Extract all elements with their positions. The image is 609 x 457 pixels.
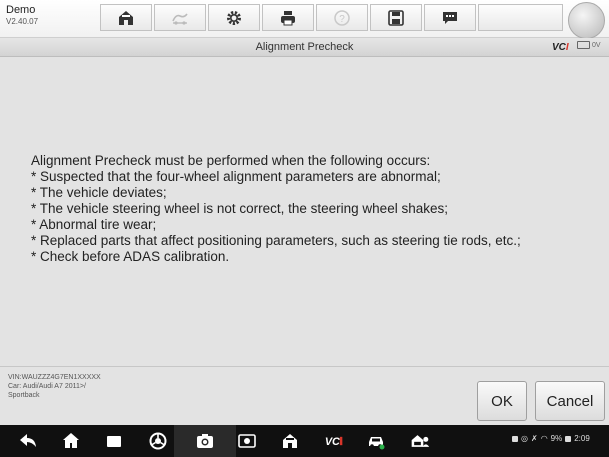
title-bar: Alignment Precheck VCI 0V	[0, 38, 609, 57]
toolbar-end-cap	[527, 4, 563, 31]
brand-version: V2.40.07	[6, 17, 39, 26]
car-text: Car: Audi/Audi A7 2011>/	[8, 383, 86, 390]
back-icon	[20, 434, 36, 447]
page-title: Alignment Precheck	[255, 41, 354, 53]
browser-icon	[149, 432, 167, 450]
wrench-icon: ✗	[530, 434, 538, 443]
top-toolbar: Demo V2.40.07 ?	[0, 0, 609, 39]
toolbar-vehicle-swap-button[interactable]	[154, 4, 206, 31]
nav-screen-record-button[interactable]	[235, 430, 259, 452]
toolbar-data-logging-button[interactable]	[424, 4, 476, 31]
battery-percent: 9%	[550, 434, 563, 443]
vin-text: VIN:WAUZZZ4G7EN1XXXXX	[8, 374, 101, 381]
message-line: Alignment Precheck must be performed whe…	[31, 153, 431, 168]
voltage-indicator: 0V	[577, 41, 601, 49]
message-line: * Suspected that the four-wheel alignmen…	[31, 169, 441, 184]
brand-title: Demo	[6, 4, 36, 16]
nav-vci-button[interactable]: VC	[322, 430, 346, 452]
nav-camera-button[interactable]	[193, 430, 217, 452]
main-content: Alignment Precheck must be performed whe…	[0, 58, 609, 366]
message-notification-icon	[512, 435, 518, 442]
message-line: * The vehicle deviates;	[31, 185, 167, 200]
toolbar-help-button[interactable]: ?	[316, 4, 368, 31]
message-line: * The vehicle steering wheel is not corr…	[31, 201, 448, 216]
home-round-button[interactable]	[568, 2, 605, 39]
nav-browser-button[interactable]	[146, 430, 170, 452]
nav-recents-button[interactable]	[102, 430, 126, 452]
app-window: Demo V2.40.07 ? Alignment Precheck VCI 0…	[0, 0, 609, 457]
maxisys-home-icon	[283, 434, 297, 448]
camera-icon	[197, 434, 213, 448]
vehicle-info: VIN:WAUZZZ4G7EN1XXXXX Car: Audi/Audi A7 …	[8, 373, 101, 400]
body-text: Sportback	[8, 392, 40, 399]
toolbar-print-button[interactable]	[262, 4, 314, 31]
battery-level-icon	[565, 435, 572, 442]
data-logging-icon	[443, 11, 457, 24]
nav-home-button[interactable]	[59, 430, 83, 452]
car-icon	[369, 437, 385, 450]
nav-back-button[interactable]	[16, 430, 40, 452]
toolbar-empty-slot	[478, 4, 530, 31]
save-icon	[388, 9, 404, 26]
battery-icon	[577, 41, 590, 49]
svg-text:VC: VC	[325, 436, 340, 448]
message-line: * Abnormal tire wear;	[31, 217, 157, 232]
toolbar-home-button[interactable]	[100, 4, 152, 31]
wifi-icon: ◠	[540, 434, 548, 443]
clock: 2:09	[574, 434, 590, 443]
footer-bar: VIN:WAUZZZ4G7EN1XXXXX Car: Audi/Audi A7 …	[0, 366, 609, 425]
help-icon: ?	[334, 9, 350, 26]
svg-text:?: ?	[339, 14, 345, 25]
nav-maxisys-home-button[interactable]	[278, 430, 302, 452]
vci-logo-main: VC	[552, 42, 566, 53]
settings-icon	[227, 10, 241, 25]
vci-icon: VC	[325, 436, 343, 448]
status-area: ◎ ✗ ◠ 9% 2:09	[512, 434, 590, 443]
toolbar-save-button[interactable]	[370, 4, 422, 31]
vci-status-icon: VCI	[552, 42, 569, 53]
vehicle-swap-icon	[172, 12, 188, 25]
ok-button[interactable]: OK	[477, 381, 527, 421]
nav-car-button[interactable]	[364, 430, 388, 452]
brand: Demo V2.40.07	[6, 5, 38, 27]
system-nav-bar: VC ◎ ✗ ◠ 9% 2:09	[0, 425, 609, 457]
vpn-icon: ◎	[521, 434, 528, 443]
precheck-message: Alignment Precheck must be performed whe…	[31, 153, 521, 265]
voltage-value: 0V	[592, 41, 601, 49]
home-icon	[63, 433, 79, 448]
vci-logo-accent: I	[565, 42, 569, 53]
toolbar-settings-button[interactable]	[208, 4, 260, 31]
nav-garage-button[interactable]	[408, 430, 432, 452]
cancel-button[interactable]: Cancel	[535, 381, 605, 421]
home-icon	[119, 10, 133, 25]
garage-icon	[411, 435, 430, 447]
print-icon	[281, 10, 295, 25]
screen-record-icon	[238, 434, 256, 448]
recents-icon	[107, 436, 121, 447]
message-line: * Check before ADAS calibration.	[31, 249, 230, 264]
message-line: * Replaced parts that affect positioning…	[31, 233, 521, 248]
